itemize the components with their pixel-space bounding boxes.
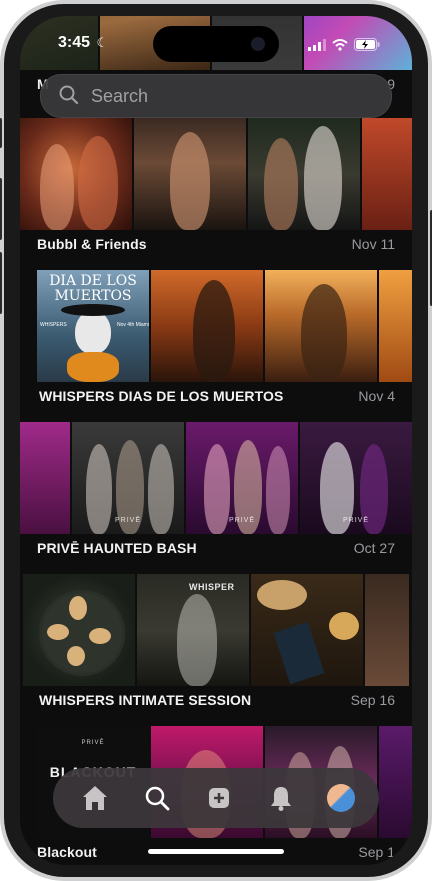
event-photo[interactable] (20, 422, 70, 534)
tab-search[interactable] (141, 782, 173, 814)
event-photo[interactable] (134, 118, 246, 230)
tab-create[interactable] (203, 782, 235, 814)
event-card[interactable]: PRIVĒ PRIVĒ PRIVĒ PRIVĒ HAUNTED BASH Oct… (20, 422, 412, 574)
photo-strip: WHISPER (23, 574, 412, 686)
event-photo[interactable] (379, 270, 412, 382)
person-figure (40, 144, 74, 230)
home-indicator[interactable] (148, 849, 284, 854)
avatar[interactable] (327, 784, 355, 812)
person-figure (177, 594, 217, 686)
event-photo[interactable] (379, 726, 412, 838)
side-button-volume-down (0, 252, 2, 314)
food-item (69, 596, 87, 620)
event-card[interactable]: DIA DE LOS MUERTOS WHISPERS Nov 4th Miam… (20, 270, 412, 422)
event-photo[interactable]: PRIVĒ (72, 422, 184, 534)
dj-figure (301, 284, 347, 382)
skull-face-graphic (75, 310, 111, 354)
photo-strip (20, 118, 412, 230)
event-photo[interactable] (151, 270, 263, 382)
moon-icon: ☾ (96, 35, 109, 50)
tab-home[interactable] (79, 782, 111, 814)
event-date: Nov 11 (351, 236, 395, 252)
person-figure (304, 126, 342, 230)
poster-right-text: Nov 4th Miami (117, 322, 149, 328)
event-name: Bubbl & Friends (37, 236, 147, 252)
event-photo[interactable] (365, 574, 409, 686)
poster-title: DIA DE LOS MUERTOS (49, 273, 137, 304)
camera-icon (251, 37, 265, 51)
event-photo[interactable] (248, 118, 360, 230)
event-photo[interactable] (251, 574, 363, 686)
food-item (329, 612, 359, 640)
event-photo[interactable] (23, 574, 135, 686)
poster-small-text: WHISPERS (40, 322, 67, 328)
side-button-volume-up (0, 178, 2, 240)
search-icon (145, 786, 170, 811)
whisper-sign-text: WHISPER (189, 582, 235, 592)
photo-strip: PRIVĒ PRIVĒ PRIVĒ (20, 422, 412, 534)
search-icon (59, 85, 79, 105)
poster-small-text: PRIVĒ (81, 740, 105, 746)
event-date: Oct 27 (353, 540, 395, 556)
event-photo[interactable] (20, 118, 132, 230)
event-name: Blackout (37, 844, 97, 860)
watermark: PRIVĒ (228, 517, 255, 524)
time-text: 3:45 (58, 34, 91, 51)
event-name: PRIVĒ HAUNTED BASH (37, 540, 197, 556)
app-screen: M 9 Bubbl & Friends Nov 11 DIA DE LOS MU… (20, 16, 412, 865)
dj-figure (193, 280, 235, 382)
search-placeholder: Search (91, 86, 149, 106)
event-card[interactable]: WHISPER WHISPERS INTIMATE SESSION Sep 16 (20, 574, 412, 726)
person-figure (264, 138, 298, 230)
event-poster[interactable]: DIA DE LOS MUERTOS WHISPERS Nov 4th Miam… (37, 270, 149, 382)
tab-bar (53, 768, 379, 828)
event-date: Sep 16 (350, 692, 395, 708)
watermark: PRIVĒ (114, 517, 141, 524)
event-photo[interactable] (265, 270, 377, 382)
food-item (89, 628, 111, 644)
food-item (47, 624, 69, 640)
event-date: Nov 4 (358, 388, 395, 404)
event-photo[interactable]: PRIVĒ (186, 422, 298, 534)
home-icon (83, 786, 107, 810)
event-name: WHISPERS INTIMATE SESSION (39, 692, 252, 708)
event-name: WHISPERS DIAS DE LOS MUERTOS (39, 388, 284, 404)
status-time: 3:45 ☾ (58, 34, 108, 54)
tarot-card-graphic (273, 621, 325, 685)
bell-icon (271, 787, 291, 811)
side-button-silent (0, 118, 2, 148)
event-date: Sep 1 (358, 844, 395, 860)
event-photo[interactable]: PRIVĒ (300, 422, 412, 534)
event-card[interactable]: Bubbl & Friends Nov 11 (20, 118, 412, 270)
battery-charging-icon (354, 38, 380, 51)
wifi-icon (332, 38, 348, 51)
photo-strip: DIA DE LOS MUERTOS WHISPERS Nov 4th Miam… (37, 270, 412, 382)
dynamic-island (153, 26, 279, 62)
person-figure (78, 136, 118, 230)
tab-notifications[interactable] (265, 782, 297, 814)
person-figure (170, 132, 210, 230)
hat-graphic (61, 304, 125, 316)
food-item (257, 580, 307, 610)
event-photo[interactable]: WHISPER (137, 574, 249, 686)
status-icons (308, 38, 380, 51)
food-item (67, 646, 85, 666)
watermark: PRIVĒ (342, 517, 369, 524)
event-photo[interactable] (362, 118, 412, 230)
search-bar[interactable]: Search (40, 74, 392, 118)
signal-icon (308, 38, 326, 51)
marigold-flowers-graphic (67, 352, 119, 382)
create-icon (209, 788, 229, 808)
